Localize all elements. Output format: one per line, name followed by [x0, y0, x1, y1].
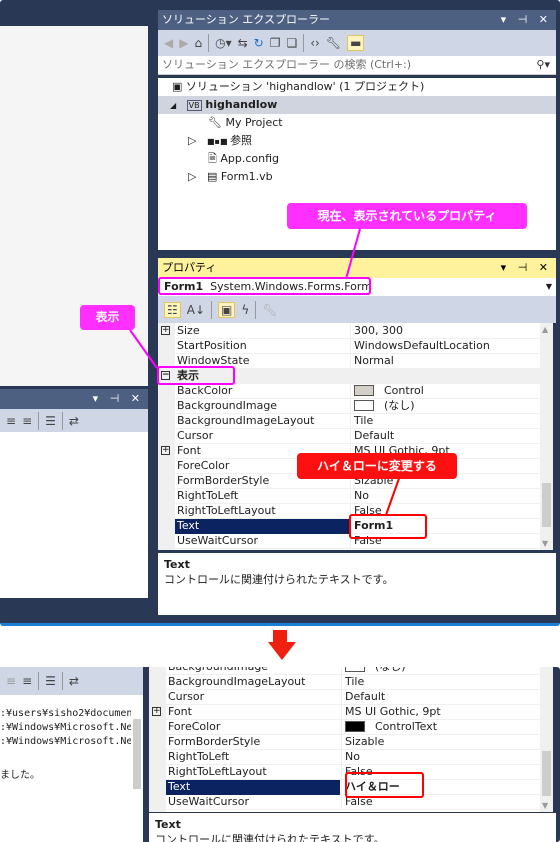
property-row[interactable]: BackgroundImageLayout Tile: [149, 675, 540, 690]
word-wrap-icon[interactable]: ⇄: [69, 674, 79, 688]
property-value[interactable]: Tile: [341, 675, 540, 690]
color-swatch: [345, 667, 365, 672]
value-highlight: [349, 514, 427, 539]
property-name: RightToLeftLayout: [168, 765, 267, 778]
color-swatch: [345, 721, 365, 732]
output-scrollbar[interactable]: [131, 707, 143, 842]
output-line: :¥Windows¥Microsoft.Net: [0, 736, 139, 747]
category-highlight: [157, 366, 235, 385]
property-name: ForeColor: [168, 720, 221, 733]
clear-all-icon[interactable]: ☰: [45, 674, 56, 688]
property-row[interactable]: Cursor Default: [149, 690, 540, 705]
property-name: Cursor: [168, 690, 205, 703]
property-name: Text: [166, 780, 340, 795]
property-row[interactable]: BackgroundImage(なし): [149, 667, 540, 675]
callout-change: ハイ＆ローに変更する: [297, 453, 457, 479]
object-selector-highlight: [158, 277, 371, 295]
callout-display: 表示: [80, 305, 135, 330]
property-value[interactable]: Default: [341, 690, 540, 705]
property-name: FormBorderStyle: [168, 735, 261, 748]
property-row[interactable]: UseWaitCursor False: [149, 795, 540, 810]
description-pane: Text コントロールに関連付けられたテキストです。: [149, 813, 556, 842]
expand-icon[interactable]: +: [152, 707, 161, 716]
scroll-thumb[interactable]: [542, 751, 551, 796]
property-name: BackgroundImageLayout: [168, 675, 306, 688]
property-grid-scrollbar[interactable]: ▼: [540, 667, 553, 812]
property-value[interactable]: Sizable: [341, 735, 540, 750]
scroll-down-icon[interactable]: ▼: [542, 801, 548, 810]
property-row[interactable]: FormBorderStyle Sizable: [149, 735, 540, 750]
output-line: ました。: [0, 770, 40, 781]
value-highlight: [345, 772, 424, 798]
before-screenshot: ▾ ⊣ ✕ ≡ ≡ ☰ ⇄ ソリューション エクスプローラー ▾ ⊣ ✕ ◀ ▶ ⌂ ◷▾ ⇆ ↻…: [0, 0, 560, 626]
property-row[interactable]: ForeColor ControlText: [149, 720, 540, 735]
property-row[interactable]: + Font MS UI Gothic, 9pt: [149, 705, 540, 720]
output-line: :¥Windows¥Microsoft.Net: [0, 722, 139, 733]
down-arrow-icon: [273, 630, 287, 642]
after-screenshot: ≡ ≡ ☰ ⇄ :¥users¥sisho2¥document :¥Windows¥M…: [0, 667, 560, 842]
output-content: :¥users¥sisho2¥document :¥Windows¥Micros…: [0, 695, 143, 842]
property-name: Font: [168, 705, 192, 718]
property-value[interactable]: (なし): [341, 667, 540, 675]
property-name: RightToLeft: [168, 750, 230, 763]
property-value[interactable]: ControlText: [341, 720, 540, 735]
indent-icon[interactable]: ≡: [6, 674, 16, 688]
property-value[interactable]: MS UI Gothic, 9pt: [341, 705, 540, 720]
property-name: UseWaitCursor: [168, 795, 249, 808]
property-value[interactable]: No: [341, 750, 540, 765]
output-line: :¥users¥sisho2¥document: [0, 708, 139, 719]
output-toolbar: ≡ ≡ ☰ ⇄: [0, 667, 143, 695]
outdent-icon[interactable]: ≡: [22, 674, 32, 688]
property-name: BackgroundImage: [166, 667, 340, 675]
down-arrow-head: [268, 642, 296, 660]
property-row[interactable]: RightToLeft No: [149, 750, 540, 765]
